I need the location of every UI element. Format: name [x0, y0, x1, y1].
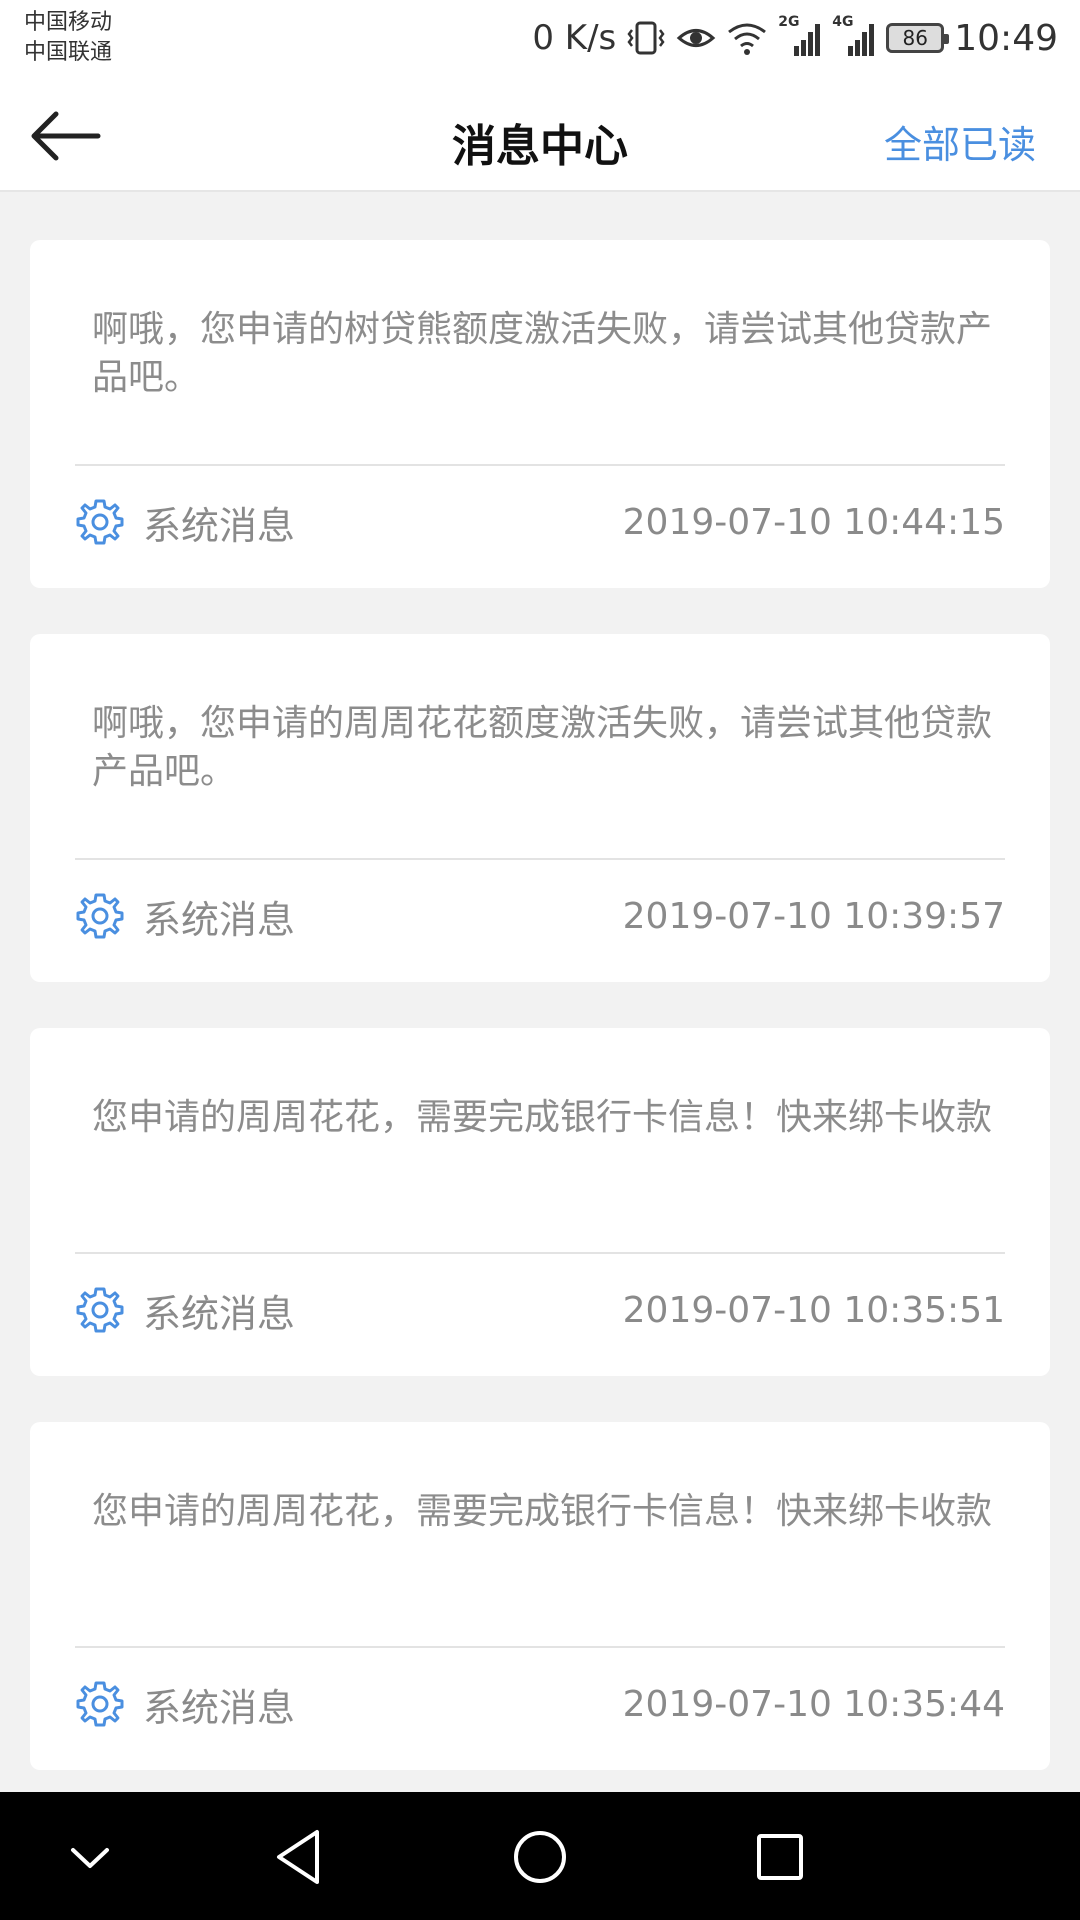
message-time: 2019-07-10 10:39:57	[622, 895, 1005, 937]
message-text: 啊哦，您申请的周周花花额度激活失败，请尝试其他贷款产品吧。	[92, 703, 993, 792]
square-recents-icon	[757, 1834, 803, 1880]
message-type: 系统消息	[143, 1685, 296, 1730]
nav-home-button[interactable]	[505, 1822, 575, 1892]
eye-icon	[676, 29, 716, 47]
signal-2g: 2G	[778, 14, 822, 58]
hide-nav-button[interactable]	[55, 1822, 125, 1892]
message-time: 2019-07-10 10:35:51	[622, 1289, 1005, 1331]
mark-all-read-button[interactable]: 全部已读	[884, 114, 1036, 169]
nav-recents-button[interactable]	[745, 1822, 815, 1892]
message-card[interactable]: 您申请的周周花花，需要完成银行卡信息！快来绑卡收款 系统消息 2019-07-1…	[30, 1028, 1050, 1376]
gear-icon	[76, 1681, 124, 1727]
battery-icon: 86	[886, 23, 950, 53]
card-divider	[75, 464, 1005, 466]
network-speed: 0 K/s	[532, 18, 617, 58]
vibrate-icon	[627, 21, 665, 55]
card-divider	[75, 858, 1005, 860]
card-footer: 系统消息 2019-07-10 10:35:44	[75, 1676, 1005, 1732]
message-list: 啊哦，您申请的树贷熊额度激活失败，请尝试其他贷款产品吧。 系统消息 2019-0…	[30, 240, 1050, 1816]
gear-icon	[76, 893, 124, 939]
message-type: 系统消息	[143, 1291, 296, 1336]
card-footer: 系统消息 2019-07-10 10:35:51	[75, 1282, 1005, 1338]
nav-bar: 消息中心 全部已读	[0, 80, 1080, 192]
message-type: 系统消息	[143, 897, 296, 942]
nav-back-button[interactable]	[265, 1822, 335, 1892]
card-footer: 系统消息 2019-07-10 10:44:15	[75, 494, 1005, 550]
signal-4g: 4G	[832, 14, 876, 58]
message-time: 2019-07-10 10:44:15	[622, 501, 1005, 543]
message-time: 2019-07-10 10:35:44	[622, 1683, 1005, 1725]
message-card[interactable]: 您申请的周周花花，需要完成银行卡信息！快来绑卡收款 系统消息 2019-07-1…	[30, 1422, 1050, 1770]
carrier-info: 中国移动 中国联通	[24, 8, 112, 68]
message-card[interactable]: 啊哦，您申请的周周花花额度激活失败，请尝试其他贷款产品吧。 系统消息 2019-…	[30, 634, 1050, 982]
status-bar: 中国移动 中国联通 0 K/s 2G 4G 86 10:49	[0, 0, 1080, 80]
message-text: 您申请的周周花花，需要完成银行卡信息！快来绑卡收款	[92, 1491, 993, 1532]
signal-bars-icon	[794, 24, 821, 56]
carrier-1: 中国移动	[24, 10, 113, 35]
card-footer: 系统消息 2019-07-10 10:39:57	[75, 888, 1005, 944]
clock: 10:49	[954, 17, 1058, 59]
gear-icon	[76, 499, 124, 545]
status-icons: 0 K/s 2G 4G 86 10:49	[532, 14, 1058, 62]
battery-level: 86	[902, 26, 928, 50]
system-nav-bar	[0, 1792, 1080, 1920]
circle-home-icon	[514, 1831, 566, 1883]
gear-icon	[76, 1287, 124, 1333]
card-divider	[75, 1252, 1005, 1254]
chevron-down-icon	[71, 1848, 109, 1868]
message-card[interactable]: 啊哦，您申请的树贷熊额度激活失败，请尝试其他贷款产品吧。 系统消息 2019-0…	[30, 240, 1050, 588]
message-text: 啊哦，您申请的树贷熊额度激活失败，请尝试其他贷款产品吧。	[92, 309, 993, 398]
signal-bars-icon	[848, 24, 875, 56]
carrier-2: 中国联通	[24, 40, 113, 65]
card-divider	[75, 1646, 1005, 1648]
message-text: 您申请的周周花花，需要完成银行卡信息！快来绑卡收款	[92, 1097, 993, 1138]
message-type: 系统消息	[143, 503, 296, 548]
wifi-icon	[728, 23, 767, 55]
triangle-back-icon	[277, 1830, 319, 1884]
